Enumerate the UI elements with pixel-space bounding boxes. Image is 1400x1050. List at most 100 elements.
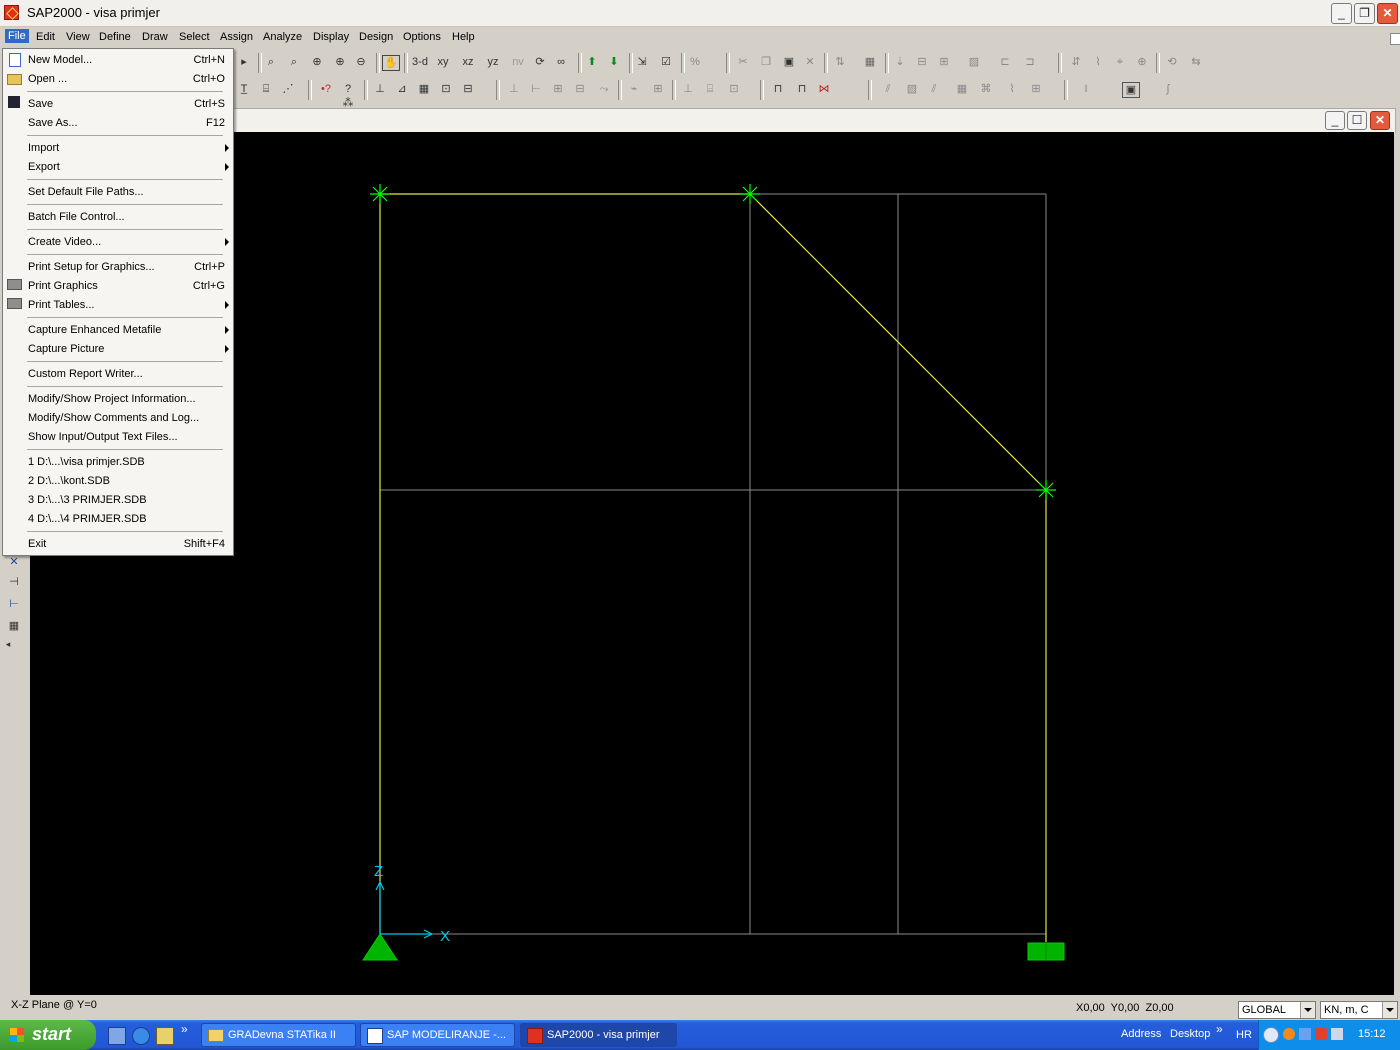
file-menu-export[interactable]: Export bbox=[28, 161, 60, 173]
copy-icon[interactable]: ❐ bbox=[758, 55, 774, 69]
zoom-restore-icon[interactable]: ⌕ bbox=[286, 55, 302, 69]
start-button[interactable]: start bbox=[0, 1020, 96, 1050]
scroll-left-icon[interactable]: ◂ bbox=[0, 637, 16, 651]
forces-icon[interactable]: ⊕ bbox=[1134, 55, 1150, 69]
recent-file-4[interactable]: 4 D:\...\4 PRIMJER.SDB bbox=[28, 513, 147, 525]
joint-loads-icon[interactable]: ⇣ bbox=[892, 55, 908, 69]
draw-frame-icon[interactable]: T̲ bbox=[236, 82, 252, 96]
recent-file-3[interactable]: 3 D:\...\3 PRIMJER.SDB bbox=[28, 494, 147, 506]
view-xz-button[interactable]: xz bbox=[460, 55, 476, 69]
file-menu-capture-metafile[interactable]: Capture Enhanced Metafile bbox=[28, 324, 161, 336]
concrete-design-icon[interactable]: ▧ bbox=[904, 82, 920, 96]
view-yz-button[interactable]: yz bbox=[485, 55, 501, 69]
child-minimize-button[interactable]: _ bbox=[1325, 111, 1345, 130]
quicklaunch-app-icon[interactable] bbox=[156, 1027, 174, 1045]
toolbar-more-icon[interactable]: » bbox=[1216, 1022, 1223, 1036]
file-menu-exit[interactable]: Exit bbox=[28, 538, 46, 550]
units-select[interactable]: KN, m, C bbox=[1320, 1001, 1398, 1019]
file-menu-batch-control[interactable]: Batch File Control... bbox=[28, 211, 125, 223]
joint-3[interactable] bbox=[1036, 480, 1056, 500]
view-nv-button[interactable]: nv bbox=[510, 55, 526, 69]
sap2000-app-icon[interactable] bbox=[4, 5, 19, 20]
minimize-button[interactable]: _ bbox=[1331, 3, 1352, 24]
show-desktop-icon[interactable] bbox=[108, 1027, 126, 1045]
display-loads-icon[interactable]: ⌁ bbox=[626, 82, 642, 96]
rotate-view-icon[interactable]: ⟳ bbox=[532, 55, 548, 69]
menu-display[interactable]: Display bbox=[313, 31, 349, 43]
file-menu-print-tables[interactable]: Print Tables... bbox=[28, 299, 94, 311]
joints[interactable] bbox=[370, 184, 1056, 500]
menu-define[interactable]: Define bbox=[99, 31, 131, 43]
tray-volume-icon[interactable] bbox=[1331, 1028, 1343, 1040]
joint-2[interactable] bbox=[740, 184, 760, 204]
tendon-icon[interactable]: ⌇ bbox=[1004, 82, 1020, 96]
paste-icon[interactable]: ▣ bbox=[781, 55, 797, 69]
set-display-options-icon[interactable]: ☑ bbox=[658, 55, 674, 69]
file-menu-import[interactable]: Import bbox=[28, 142, 59, 154]
quick-draw-frame-icon[interactable]: ⊥ bbox=[372, 82, 388, 96]
hook-icon[interactable]: ʃ bbox=[1160, 82, 1176, 96]
grid-icon[interactable]: ▦ bbox=[862, 55, 878, 69]
analysis-icon[interactable]: ⇵ bbox=[1068, 55, 1084, 69]
taskbar-item-sap2000[interactable]: SAP2000 - visa primjer bbox=[520, 1023, 677, 1047]
tray-network-icon[interactable] bbox=[1299, 1028, 1311, 1040]
object-shrink-icon[interactable]: ⇲ bbox=[634, 55, 650, 69]
assign-area-icon[interactable]: ⊞ bbox=[550, 82, 566, 96]
taskbar-item-folder[interactable]: GRADevna STATika II bbox=[201, 1023, 356, 1047]
quicklaunch-more-icon[interactable]: » bbox=[181, 1022, 188, 1036]
file-menu-default-paths[interactable]: Set Default File Paths... bbox=[28, 186, 144, 198]
file-menu-project-info[interactable]: Modify/Show Project Information... bbox=[28, 393, 196, 405]
recent-file-2[interactable]: 2 D:\...\kont.SDB bbox=[28, 475, 110, 487]
child-close-button[interactable]: ✕ bbox=[1370, 111, 1390, 130]
releases-icon[interactable]: ⊐ bbox=[1022, 55, 1038, 69]
menu-options[interactable]: Options bbox=[403, 31, 441, 43]
mass-icon[interactable]: ▨ bbox=[966, 55, 982, 69]
select-cross-icon[interactable]: ✕ bbox=[6, 555, 22, 569]
file-menu-open[interactable]: Open ... bbox=[28, 73, 67, 85]
close-button[interactable]: ✕ bbox=[1377, 3, 1398, 24]
recent-file-1[interactable]: 1 D:\...\visa primjer.SDB bbox=[28, 456, 145, 468]
zoom-window-icon[interactable]: ⌕ bbox=[263, 55, 279, 69]
section-icon[interactable]: ⊏ bbox=[997, 55, 1013, 69]
select-by-line-icon[interactable]: ⊢ bbox=[6, 597, 22, 611]
display-stresses-icon[interactable]: ⌸ bbox=[702, 82, 718, 96]
display-reactions-icon[interactable]: ⊥ bbox=[680, 82, 696, 96]
show-query-icon[interactable]: ?⁂ bbox=[340, 82, 356, 109]
desktop-toolbar-label[interactable]: Desktop bbox=[1170, 1028, 1210, 1040]
design-icon[interactable]: ⟲ bbox=[1164, 55, 1180, 69]
menu-help[interactable]: Help bbox=[452, 31, 475, 43]
assign-link-icon[interactable]: ⤳ bbox=[596, 82, 612, 96]
pan-hand-icon[interactable]: ✋ bbox=[382, 55, 400, 71]
file-menu-comments-log[interactable]: Modify/Show Comments and Log... bbox=[28, 412, 199, 424]
mdi-control-box[interactable] bbox=[1390, 33, 1400, 45]
joint-1[interactable] bbox=[370, 184, 390, 204]
model-canvas[interactable]: Z X bbox=[30, 132, 1394, 995]
file-menu-report-writer[interactable]: Custom Report Writer... bbox=[28, 368, 143, 380]
mode-shape-icon[interactable]: ⌖ bbox=[1112, 55, 1128, 69]
move-up-icon[interactable]: ⬆ bbox=[584, 55, 600, 69]
section-cut-icon[interactable]: I bbox=[1078, 82, 1094, 96]
zoom-fit-icon[interactable]: ⊖ bbox=[353, 55, 369, 69]
braced-frame-icon[interactable]: ⊓ bbox=[794, 82, 810, 96]
portal-frame-icon[interactable]: ⊓ bbox=[770, 82, 786, 96]
file-menu-print-setup[interactable]: Print Setup for Graphics... bbox=[28, 261, 155, 273]
child-maximize-button[interactable]: ☐ bbox=[1347, 111, 1367, 130]
restore-button[interactable]: ❐ bbox=[1354, 3, 1375, 24]
percent-icon[interactable]: % bbox=[687, 55, 703, 69]
play-arrow-icon[interactable]: ▸ bbox=[236, 55, 252, 69]
display-mass-icon[interactable]: ⊞ bbox=[650, 82, 666, 96]
frame-loads-icon[interactable]: ⊟ bbox=[914, 55, 930, 69]
view-xy-button[interactable]: xy bbox=[435, 55, 451, 69]
lane-icon[interactable]: ⊞ bbox=[1028, 82, 1044, 96]
menu-select[interactable]: Select bbox=[179, 31, 210, 43]
display-diagrams-icon[interactable]: ⊡ bbox=[726, 82, 742, 96]
select-grid-icon[interactable]: ▦ bbox=[6, 619, 22, 633]
menu-edit[interactable]: Edit bbox=[36, 31, 55, 43]
view-3d-button[interactable]: 3-d bbox=[410, 55, 430, 69]
file-menu-new-model[interactable]: New Model... bbox=[28, 54, 92, 66]
aluminum-design-icon[interactable]: ⫽ bbox=[926, 82, 942, 96]
draw-special-joint-icon[interactable]: ⋰ bbox=[280, 82, 296, 96]
deformed-shape-icon[interactable]: ⌇ bbox=[1090, 55, 1106, 69]
file-menu-create-video[interactable]: Create Video... bbox=[28, 236, 101, 248]
internet-explorer-icon[interactable] bbox=[132, 1027, 150, 1045]
